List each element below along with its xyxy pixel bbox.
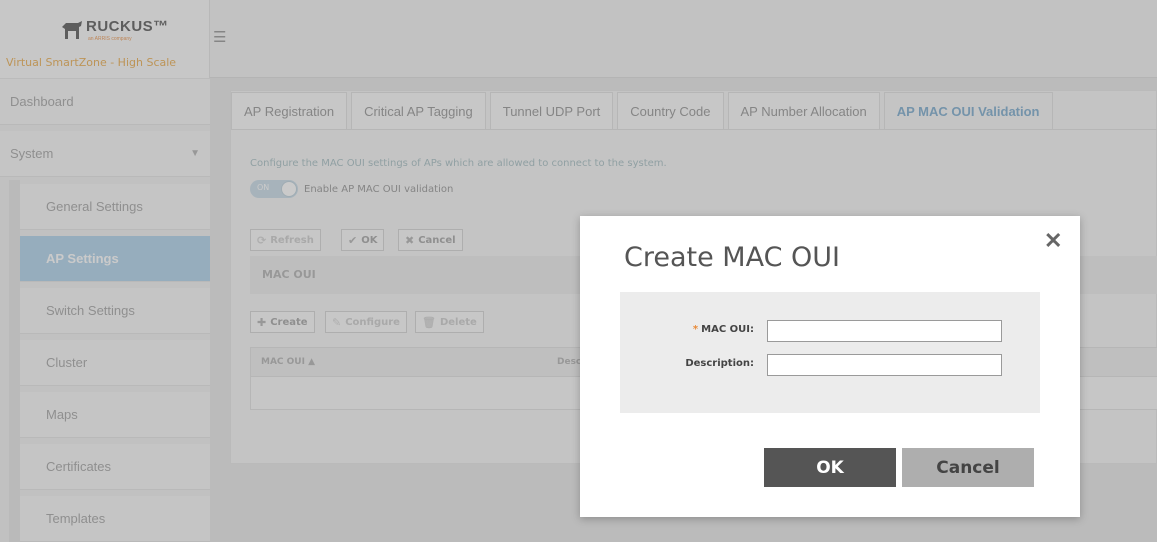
dialog-cancel-button[interactable]: Cancel [902,448,1034,487]
close-icon[interactable]: ✕ [1044,230,1062,252]
create-mac-oui-dialog: Create MAC OUI ✕ * MAC OUI: Description: … [580,216,1080,517]
description-label: Description: [685,358,754,369]
required-marker: * [692,324,699,335]
mac-oui-label: * MAC OUI: [634,324,754,335]
dialog-title: Create MAC OUI [624,242,840,273]
dialog-ok-button[interactable]: OK [764,448,896,487]
mac-oui-label-text: MAC OUI: [701,324,754,335]
description-input[interactable] [767,354,1002,376]
form-area: * MAC OUI: Description: [620,292,1040,413]
mac-oui-input[interactable] [767,320,1002,342]
